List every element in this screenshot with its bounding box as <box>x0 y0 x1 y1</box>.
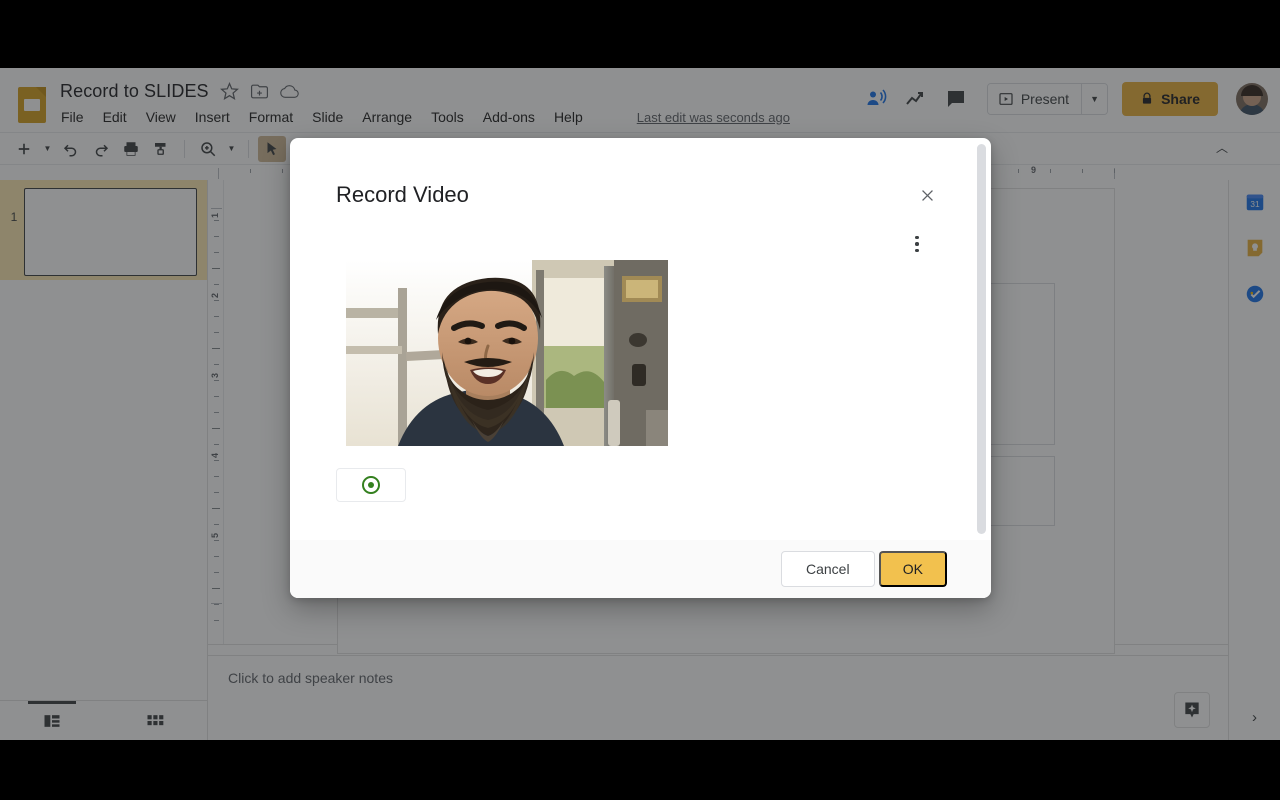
share-label: Share <box>1161 91 1200 107</box>
paint-format-icon[interactable] <box>147 136 175 162</box>
slide-thumbnail-preview[interactable] <box>24 188 197 276</box>
undo-icon[interactable] <box>57 136 85 162</box>
webcam-preview[interactable] <box>346 260 668 446</box>
slides-logo-icon <box>14 82 50 126</box>
webcam-preview-image <box>346 260 668 446</box>
ruler-v-label-5: 5 <box>210 533 220 538</box>
filmstrip-view-tab[interactable] <box>0 701 104 741</box>
share-button[interactable]: Share <box>1122 82 1218 116</box>
select-cursor-icon[interactable] <box>258 136 286 162</box>
collapse-toolbar-chevron-icon[interactable]: ︿ <box>1216 139 1228 156</box>
screen-root: Record to SLIDES File Edit View Inser <box>0 0 1280 800</box>
keep-icon[interactable] <box>1243 236 1267 260</box>
ruler-v-label-3: 3 <box>210 373 220 378</box>
lock-icon <box>1140 92 1154 106</box>
tasks-icon[interactable] <box>1243 282 1267 306</box>
star-icon[interactable] <box>220 82 239 101</box>
dialog-title: Record Video <box>336 182 469 208</box>
toolbar-divider-2 <box>248 140 249 158</box>
ok-button[interactable]: OK <box>879 551 947 587</box>
print-icon[interactable] <box>117 136 145 162</box>
speaker-notes-pane[interactable]: Click to add speaker notes <box>208 655 1228 740</box>
svg-text:31: 31 <box>1250 200 1260 209</box>
close-icon[interactable] <box>915 183 939 207</box>
dialog-scrollbar[interactable] <box>977 144 986 534</box>
last-edit-status[interactable]: Last edit was seconds ago <box>637 110 790 125</box>
cloud-saved-icon[interactable] <box>280 82 299 101</box>
add-slide-caret-icon[interactable]: ▼ <box>40 136 55 162</box>
menu-item-help[interactable]: Help <box>553 108 584 126</box>
vertical-ruler: 1 2 3 <box>208 180 224 644</box>
menu-item-edit[interactable]: Edit <box>102 108 128 126</box>
menu-item-slide[interactable]: Slide <box>311 108 344 126</box>
avatar[interactable] <box>1236 83 1268 115</box>
cancel-button[interactable]: Cancel <box>781 551 875 587</box>
chevron-right-icon[interactable]: › <box>1252 709 1257 726</box>
menu-item-format[interactable]: Format <box>248 108 294 126</box>
redo-icon[interactable] <box>87 136 115 162</box>
add-slide-icon[interactable] <box>10 136 38 162</box>
slide-thumbnail-item[interactable]: 1 <box>0 180 207 280</box>
record-button-icon <box>362 476 380 494</box>
toolbar-divider <box>184 140 185 158</box>
dialog-footer: Cancel OK <box>290 540 991 598</box>
ruler-v-label-4: 4 <box>210 453 220 458</box>
present-group: Present ▼ <box>987 83 1108 115</box>
menu-item-view[interactable]: View <box>145 108 177 126</box>
zoom-icon[interactable] <box>194 136 222 162</box>
ruler-v-label-1: 1 <box>210 213 220 218</box>
menu-item-insert[interactable]: Insert <box>194 108 231 126</box>
present-icon <box>998 91 1014 107</box>
menu-item-arrange[interactable]: Arrange <box>361 108 413 126</box>
zoom-caret-icon[interactable]: ▼ <box>224 136 239 162</box>
dialog-content: Record Video <box>290 138 991 540</box>
slide-number: 1 <box>4 188 24 224</box>
app-header: Record to SLIDES File Edit View Inser <box>0 68 1280 132</box>
menu-item-addons[interactable]: Add-ons <box>482 108 536 126</box>
activity-dashboard-icon[interactable] <box>903 86 929 112</box>
explore-icon <box>1182 700 1202 720</box>
ruler-h-label-9: 9 <box>1031 165 1036 175</box>
document-title[interactable]: Record to SLIDES <box>60 81 209 102</box>
filmstrip-panel: 1 <box>0 180 208 740</box>
grid-view-tab[interactable] <box>104 701 208 741</box>
record-button[interactable] <box>336 468 406 502</box>
side-panel-rail: 31 › <box>1228 180 1280 740</box>
header-actions: Present ▼ Share <box>863 82 1268 116</box>
present-label: Present <box>1021 91 1069 107</box>
menu-item-file[interactable]: File <box>60 108 85 126</box>
menu-item-tools[interactable]: Tools <box>430 108 465 126</box>
more-options-icon[interactable] <box>905 232 929 256</box>
explore-button[interactable] <box>1174 692 1210 728</box>
move-to-folder-icon[interactable] <box>250 82 269 101</box>
calendar-icon[interactable]: 31 <box>1243 190 1267 214</box>
present-button[interactable]: Present <box>988 84 1081 114</box>
filmstrip-view-icon <box>42 711 62 731</box>
filmstrip-view-tabs <box>0 700 207 740</box>
present-dropdown-caret-icon[interactable]: ▼ <box>1081 84 1107 114</box>
ruler-v-label-2: 2 <box>210 293 220 298</box>
record-video-dialog: Record Video <box>290 138 991 598</box>
present-to-meeting-icon[interactable] <box>863 86 889 112</box>
speaker-notes-placeholder: Click to add speaker notes <box>228 670 1208 686</box>
comments-icon[interactable] <box>943 86 969 112</box>
grid-view-icon <box>145 711 165 731</box>
